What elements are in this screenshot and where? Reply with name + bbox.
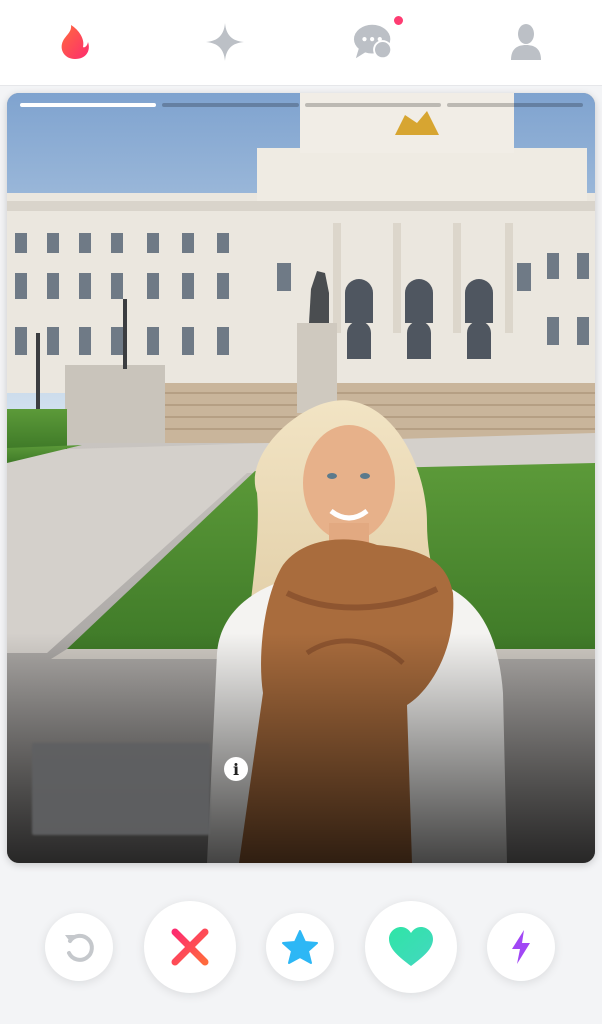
- nav-home-button[interactable]: [53, 20, 97, 64]
- photo-progress-segment[interactable]: [446, 103, 583, 107]
- messages-notification-badge: [392, 14, 405, 27]
- photo-progress-indicator: [20, 103, 583, 107]
- nav-explore-button[interactable]: [203, 20, 247, 64]
- close-icon: [171, 928, 209, 966]
- photo-progress-segment[interactable]: [20, 103, 157, 107]
- boost-button[interactable]: [487, 913, 555, 981]
- like-button[interactable]: [365, 901, 457, 993]
- flame-icon: [61, 25, 89, 59]
- sparkle-icon: [206, 23, 244, 61]
- super-like-button[interactable]: [266, 913, 334, 981]
- redacted-name-age: [32, 743, 210, 835]
- info-icon: i: [232, 759, 240, 779]
- star-icon: [282, 930, 318, 964]
- top-navigation-bar: [0, 0, 602, 86]
- nav-messages-button[interactable]: [353, 20, 397, 64]
- photo-progress-segment[interactable]: [304, 103, 441, 107]
- rewind-button[interactable]: [45, 913, 113, 981]
- lightning-icon: [512, 930, 530, 964]
- profile-info-button[interactable]: i: [224, 757, 248, 781]
- profile-card[interactable]: i: [7, 93, 595, 863]
- messages-icon: [353, 24, 393, 60]
- profile-icon: [511, 24, 541, 60]
- nope-button[interactable]: [144, 901, 236, 993]
- photo-progress-segment[interactable]: [162, 103, 299, 107]
- rewind-icon: [65, 933, 94, 962]
- heart-icon: [389, 927, 433, 966]
- nav-profile-button[interactable]: [504, 20, 548, 64]
